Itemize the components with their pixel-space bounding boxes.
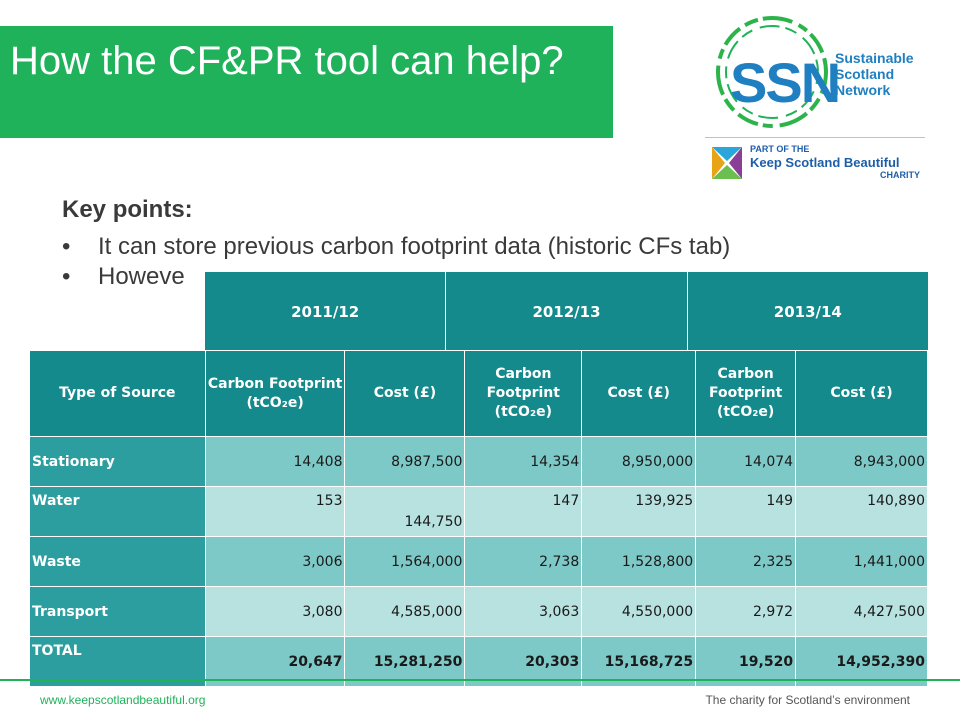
table-cell: 14,408	[204, 436, 346, 487]
year-header: 2011/12	[205, 272, 447, 352]
table-cell: 2,972	[695, 586, 797, 637]
charity-label: CHARITY	[880, 170, 920, 180]
column-header: Carbon Footprint (tCO₂e)	[695, 350, 797, 437]
bullet-item: • It can store previous carbon footprint…	[62, 232, 892, 262]
ssn-tagline: Sustainable Scotland Network	[835, 50, 935, 98]
table-cell: 153	[204, 486, 346, 537]
table-cell: 4,585,000	[344, 586, 466, 637]
column-header: Cost (£)	[344, 350, 466, 437]
bullet-text: Howeve	[98, 263, 185, 290]
table-cell: 8,950,000	[581, 436, 697, 487]
table-cell: 3,080	[204, 586, 346, 637]
slide-title: How the CF&PR tool can help?	[10, 39, 564, 83]
table-cell: 1,441,000	[795, 536, 928, 587]
table-cell: 8,943,000	[795, 436, 928, 487]
ssn-wordmark: SSN	[730, 51, 841, 114]
carbon-footprint-table: Type of Source Carbon Footprint (tCO₂e) …	[29, 350, 928, 687]
table-cell: 1,528,800	[581, 536, 697, 587]
ksb-name: Keep Scotland Beautiful	[750, 155, 900, 170]
ssn-tagline-line: Scotland	[835, 66, 895, 82]
table-row: Water 153 144,750 147 139,925 149 140,89…	[29, 486, 928, 537]
bullet-text: It can store previous carbon footprint d…	[98, 233, 731, 260]
table-row: Transport 3,080 4,585,000 3,063 4,550,00…	[29, 586, 928, 637]
column-header: Carbon Footprint (tCO₂e)	[204, 350, 346, 437]
table-cell: 4,550,000	[581, 586, 697, 637]
row-label: Water	[29, 486, 206, 537]
bullet-symbol: •	[62, 263, 71, 290]
title-band: How the CF&PR tool can help?	[0, 26, 613, 138]
row-label: Waste	[29, 536, 206, 587]
table-cell: 149	[695, 486, 797, 537]
row-label: Transport	[29, 586, 206, 637]
table-cell: 2,738	[464, 536, 583, 587]
table-cell: 139,925	[581, 486, 697, 537]
table-cell: 144,750	[344, 486, 466, 537]
table-cell: 4,427,500	[795, 586, 928, 637]
logo-divider	[705, 137, 925, 138]
ssn-logo: SSN Sustainable Scotland Network PART OF…	[700, 10, 930, 190]
ksb-text: PART OF THE Keep Scotland Beautiful CHAR…	[750, 144, 930, 181]
year-header: 2012/13	[446, 272, 688, 352]
table-cell: 8,987,500	[344, 436, 466, 487]
ksb-saltire-icon	[712, 147, 742, 179]
column-header: Cost (£)	[581, 350, 697, 437]
ssn-tagline-line: Network	[835, 82, 891, 98]
table-row: Waste 3,006 1,564,000 2,738 1,528,800 2,…	[29, 536, 928, 587]
bullet-symbol: •	[62, 233, 71, 260]
table-row: Stationary 14,408 8,987,500 14,354 8,950…	[29, 436, 928, 487]
table-cell: 3,063	[464, 586, 583, 637]
footer-tagline: The charity for Scotland’s environment	[705, 693, 910, 707]
table-cell: 14,074	[695, 436, 797, 487]
row-label: Stationary	[29, 436, 206, 487]
table-cell: 2,325	[695, 536, 797, 587]
table-cell: 3,006	[204, 536, 346, 587]
ssn-tagline-line: Sustainable	[835, 50, 914, 66]
table-cell: 147	[464, 486, 583, 537]
column-header: Carbon Footprint (tCO₂e)	[464, 350, 583, 437]
column-header: Cost (£)	[795, 350, 928, 437]
column-header: Type of Source	[29, 350, 206, 437]
part-of-label: PART OF THE	[750, 144, 810, 154]
year-header-row: 2011/12 2012/13 2013/14	[205, 272, 928, 352]
footer-divider	[0, 679, 960, 681]
year-header: 2013/14	[773, 303, 842, 321]
table-header-row: Type of Source Carbon Footprint (tCO₂e) …	[29, 350, 928, 437]
table-cell: 14,354	[464, 436, 583, 487]
footer-url[interactable]: www.keepscotlandbeautiful.org	[40, 693, 205, 707]
table-cell: 1,564,000	[344, 536, 466, 587]
key-points-heading: Key points:	[62, 196, 193, 223]
table-cell: 140,890	[795, 486, 928, 537]
